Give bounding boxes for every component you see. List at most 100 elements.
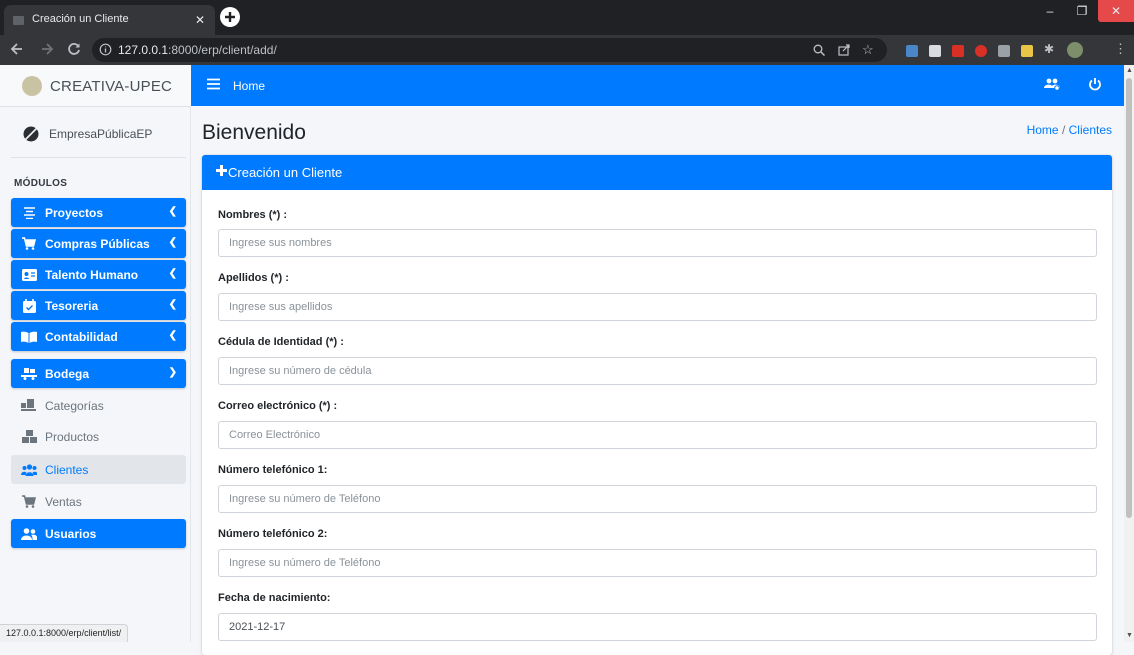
window-close-icon[interactable]: ✕ [1098,0,1134,22]
forward-arrow-icon[interactable] [40,42,54,56]
sidebar-divider [11,157,186,158]
fecha-nacimiento-input[interactable] [218,613,1097,641]
cedula-input[interactable] [218,357,1097,385]
address-bar[interactable]: 127.0.0.1:8000/erp/client/add/ ☆ [92,38,887,62]
document-extension-icon[interactable] [929,45,941,57]
telefono-2-input[interactable] [218,549,1097,577]
cart-icon [21,236,37,252]
sidebar-item-label: Proyectos [45,205,104,220]
tab-close-icon[interactable]: ✕ [195,13,205,27]
sidebar-item-talento-humano[interactable]: Talento Humano ❮ [11,260,186,289]
restore-icon[interactable]: ❐ [1066,0,1098,22]
record-extension-icon[interactable] [952,45,964,57]
sidebar-item-clientes[interactable]: Clientes [11,455,186,484]
translate-extension-icon[interactable] [906,45,918,57]
card-title: Creación un Cliente [228,165,343,180]
sidebar-item-tesoreria[interactable]: Tesoreria ❮ [11,291,186,320]
chevron-left-icon: ❮ [168,206,177,217]
wordtune-extension-icon[interactable] [998,45,1010,57]
nav-home-link[interactable]: Home [233,79,265,93]
sidebar-item-label: Contabilidad [45,329,118,344]
sidebar-item-ventas[interactable]: Ventas [11,487,186,516]
chevron-left-icon: ❮ [168,330,177,341]
bookmark-star-icon[interactable]: ☆ [862,42,874,58]
email-input[interactable] [218,421,1097,449]
field-label-telefono-1: Número telefónico 1: [218,464,328,476]
sidebar-item-compras-publicas[interactable]: Compras Públicas ❮ [11,229,186,258]
new-tab-button[interactable] [220,7,240,27]
chevron-left-icon: ❮ [168,237,177,248]
brand-logo-icon [22,76,42,96]
scroll-up-icon[interactable]: ▲ [1126,67,1133,74]
field-label-correo: Correo electrónico (*) : [218,400,338,412]
nombres-input[interactable] [218,229,1097,257]
sidebar-item-label: Bodega [45,366,90,381]
browser-menu-icon[interactable]: ⋮ [1114,41,1127,56]
user-panel[interactable]: EmpresaPúblicaEP [0,107,191,159]
users-cog-icon[interactable] [1044,78,1061,91]
zoom-icon[interactable] [813,44,825,56]
sidebar-item-usuarios[interactable]: Usuarios [11,519,186,548]
menu-toggle-icon[interactable] [207,78,220,90]
extensions-puzzle-icon[interactable]: ✱ [1044,42,1056,56]
url-text: 127.0.0.1:8000/erp/client/add/ [118,43,277,57]
sidebar-item-label: Tesoreria [45,298,99,313]
brand-link[interactable]: CREATIVA-UPEC [0,65,191,107]
scrollbar-thumb[interactable] [1126,78,1132,518]
chevron-left-icon: ❮ [168,268,177,279]
browser-tab-strip: Creación un Cliente ✕ – ❐ ✕ [0,0,1134,35]
share-icon[interactable] [838,44,850,56]
plus-icon [216,165,227,176]
back-arrow-icon[interactable] [10,42,24,56]
browser-toolbar: 127.0.0.1:8000/erp/client/add/ ☆ ✱ ⋮ [0,35,1134,65]
calendar-check-icon [21,298,37,314]
truck-loading-icon [21,366,37,382]
field-label-cedula: Cédula de Identidad (*) : [218,336,344,348]
reload-icon[interactable] [67,42,81,56]
block-extension-icon[interactable] [975,45,987,57]
telefono-1-input[interactable] [218,485,1097,513]
sidebar-item-categorias[interactable]: Categorías [11,391,186,420]
sidebar-item-label: Usuarios [45,526,97,541]
breadcrumb-home-link[interactable]: Home [1027,123,1059,137]
picture-extension-icon[interactable] [1021,45,1033,57]
url-host: 127.0.0.1 [118,43,169,57]
sidebar-item-contabilidad[interactable]: Contabilidad ❮ [11,322,186,351]
sidebar-item-label: Productos [45,429,100,444]
profile-avatar-icon[interactable] [1067,42,1083,58]
power-icon[interactable] [1088,77,1102,91]
align-center-icon [21,205,37,221]
chevron-down-icon: ❯ [168,367,177,378]
page-scrollbar[interactable]: ▲ ▼ [1124,65,1134,642]
sidebar-item-productos[interactable]: Productos [11,422,186,451]
sidebar-item-bodega[interactable]: Bodega ❯ [11,359,186,388]
sidebar-section-label: MÓDULOS [14,178,68,189]
minimize-icon[interactable]: – [1034,0,1066,22]
top-navbar: Home [191,65,1124,106]
sidebar-item-label: Ventas [45,494,82,509]
sidebar-item-proyectos[interactable]: Proyectos ❮ [11,198,186,227]
book-open-icon [21,329,37,345]
apellidos-input[interactable] [218,293,1097,321]
page-title: Bienvenido [202,121,306,144]
site-info-icon[interactable] [99,43,112,56]
scroll-down-icon[interactable]: ▼ [1126,632,1133,639]
browser-tab[interactable]: Creación un Cliente ✕ [4,5,215,35]
user-friends-icon [21,526,37,542]
sidebar-item-label: Clientes [45,462,89,477]
user-name: EmpresaPúblicaEP [49,127,153,141]
sidebar-item-label: Compras Públicas [45,236,150,251]
field-label-apellidos: Apellidos (*) : [218,272,289,284]
field-label-fecha-nacimiento: Fecha de nacimiento: [218,592,331,604]
breadcrumb-current[interactable]: Clientes [1069,123,1112,137]
sidebar-item-label: Categorías [45,398,104,413]
boxes-icon [21,429,37,445]
breadcrumb-separator: / [1061,123,1066,137]
brand-text: CREATIVA-UPEC [50,78,173,95]
field-label-nombres: Nombres (*) : [218,209,288,221]
dolly-icon [21,398,37,414]
user-avatar-icon [22,125,40,143]
chevron-left-icon: ❮ [168,299,177,310]
field-label-telefono-2: Número telefónico 2: [218,528,328,540]
breadcrumb: Home / Clientes [1027,123,1112,137]
